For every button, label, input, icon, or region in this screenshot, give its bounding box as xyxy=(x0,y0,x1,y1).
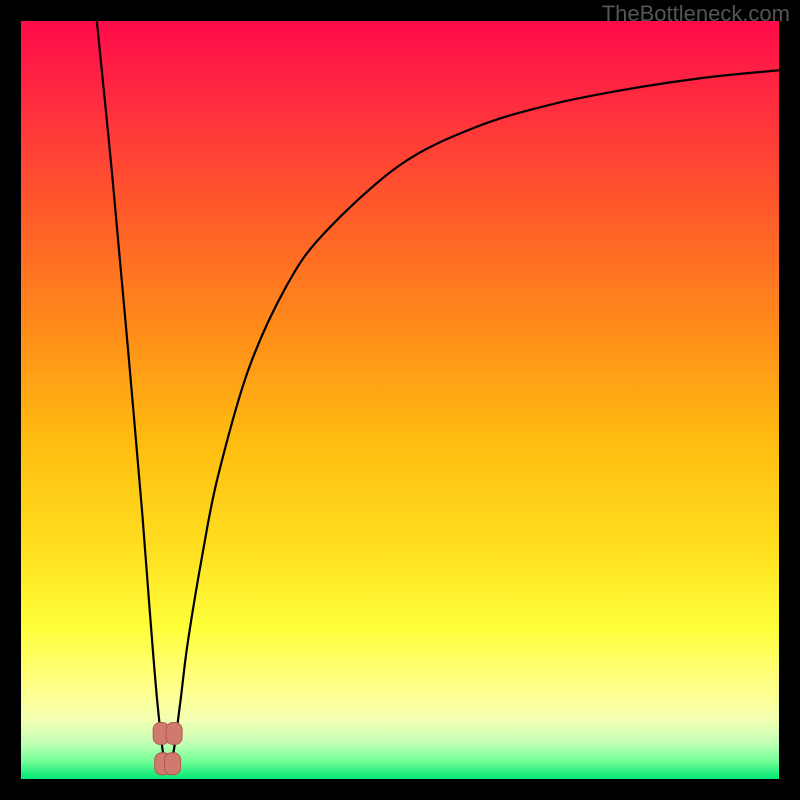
watermark-text: TheBottleneck.com xyxy=(602,1,790,27)
curve-marker xyxy=(165,753,181,775)
curve-marker xyxy=(166,723,182,745)
bottleneck-curve xyxy=(21,21,779,779)
plot-area xyxy=(21,21,779,779)
chart-frame: TheBottleneck.com xyxy=(0,0,800,800)
